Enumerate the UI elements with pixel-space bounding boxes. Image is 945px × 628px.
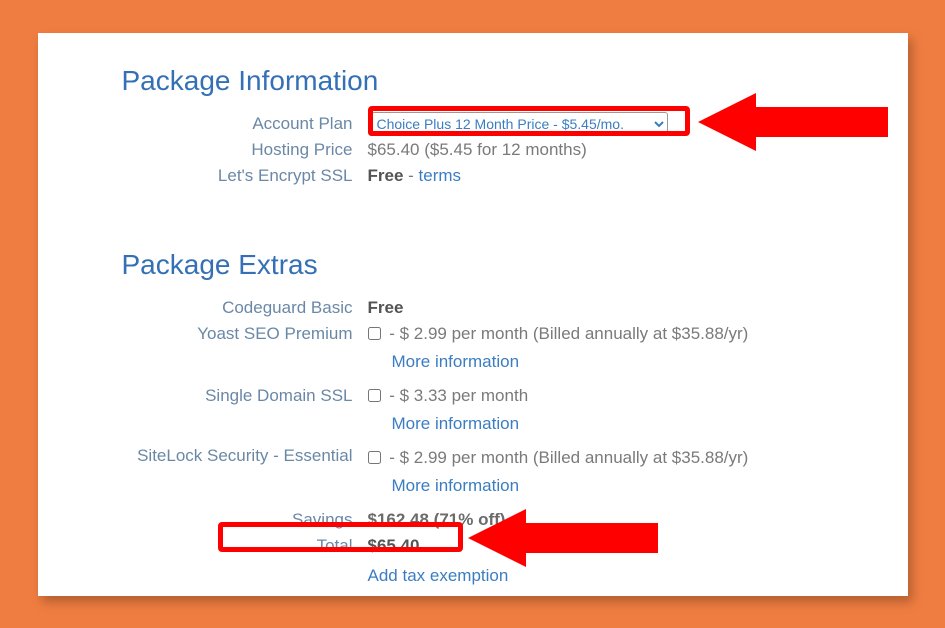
extra-sitelock-checkbox[interactable] (368, 451, 381, 464)
extra-codeguard-value: Free (368, 295, 908, 321)
extra-sitelock-row: SiteLock Security - Essential - $ 2.99 p… (38, 445, 908, 507)
extra-single-ssl-row: Single Domain SSL - $ 3.33 per month Mor… (38, 383, 908, 445)
extra-yoast-price: - $ 2.99 per month (Billed annually at $… (389, 324, 748, 343)
lets-encrypt-ssl-value: Free - terms (368, 163, 908, 189)
extra-single-ssl-label: Single Domain SSL (38, 383, 368, 409)
savings-label: Savings (38, 507, 368, 533)
extra-sitelock-price: - $ 2.99 per month (Billed annually at $… (389, 448, 748, 467)
extra-single-ssl-more-info-link[interactable]: More information (392, 411, 888, 437)
hosting-price-label: Hosting Price (38, 137, 368, 163)
extra-yoast-label: Yoast SEO Premium (38, 321, 368, 347)
ssl-free-text: Free (368, 166, 404, 185)
savings-value: $162.48 (71% off) (368, 507, 908, 533)
total-value: $65.40 (368, 533, 908, 559)
hosting-price-value: $65.40 ($5.45 for 12 months) (368, 137, 908, 163)
lets-encrypt-ssl-label: Let's Encrypt SSL (38, 163, 368, 189)
account-plan-row: Account Plan Choice Plus 12 Month Price … (38, 111, 908, 137)
extra-single-ssl-checkbox[interactable] (368, 389, 381, 402)
extra-sitelock-more-info-link[interactable]: More information (392, 473, 888, 499)
tax-exemption-row: Add tax exemption (38, 559, 908, 589)
package-extras-heading: Package Extras (122, 249, 908, 281)
extra-yoast-more-info-link[interactable]: More information (392, 349, 888, 375)
ssl-terms-link[interactable]: terms (419, 166, 462, 185)
checkout-card: Package Information Account Plan Choice … (38, 33, 908, 596)
package-information-heading: Package Information (122, 65, 908, 97)
extra-sitelock-value: - $ 2.99 per month (Billed annually at $… (368, 445, 908, 507)
extra-yoast-checkbox[interactable] (368, 327, 381, 340)
extra-yoast-value: - $ 2.99 per month (Billed annually at $… (368, 321, 908, 383)
total-label: Total (38, 533, 368, 559)
extra-single-ssl-price: - $ 3.33 per month (389, 386, 528, 405)
account-plan-select[interactable]: Choice Plus 12 Month Price - $5.45/mo. (368, 112, 668, 136)
extra-codeguard-free: Free (368, 298, 404, 317)
extra-yoast-row: Yoast SEO Premium - $ 2.99 per month (Bi… (38, 321, 908, 383)
total-row: Total $65.40 (38, 533, 908, 559)
add-tax-exemption-link[interactable]: Add tax exemption (368, 566, 509, 585)
hosting-price-row: Hosting Price $65.40 ($5.45 for 12 month… (38, 137, 908, 163)
extra-codeguard-row: Codeguard Basic Free (38, 295, 908, 321)
extra-single-ssl-value: - $ 3.33 per month More information (368, 383, 908, 445)
dash-separator: - (408, 166, 418, 185)
lets-encrypt-ssl-row: Let's Encrypt SSL Free - terms (38, 163, 908, 189)
tax-exemption-value: Add tax exemption (368, 559, 908, 589)
extra-sitelock-label: SiteLock Security - Essential (38, 445, 368, 467)
account-plan-value: Choice Plus 12 Month Price - $5.45/mo. (368, 111, 908, 137)
savings-row: Savings $162.48 (71% off) (38, 507, 908, 533)
account-plan-label: Account Plan (38, 111, 368, 137)
extra-codeguard-label: Codeguard Basic (38, 295, 368, 321)
